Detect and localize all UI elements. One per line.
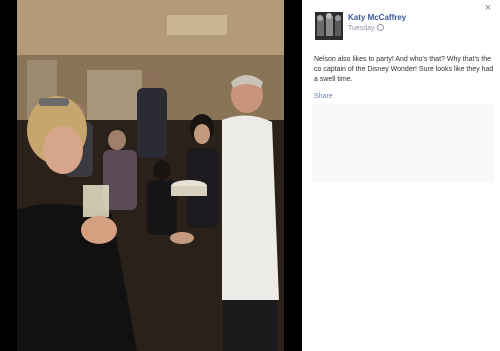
share-link[interactable]: Share <box>314 93 333 100</box>
party-photo[interactable] <box>17 0 284 351</box>
photo-viewer: × Katy McCaffrey Tuesday Nelson also lik… <box>0 0 500 351</box>
globe-icon <box>376 24 384 31</box>
author-name[interactable]: Katy McCaffrey <box>348 13 406 22</box>
close-button[interactable]: × <box>482 2 494 14</box>
post-timestamp[interactable]: Tuesday <box>348 25 375 32</box>
photo-stage <box>0 0 302 351</box>
post-meta: Tuesday <box>348 24 384 32</box>
post-caption: Nelson also likes to party! And who's th… <box>314 56 494 83</box>
post-sidebar: × Katy McCaffrey Tuesday Nelson also lik… <box>302 0 500 351</box>
avatar[interactable] <box>315 12 343 40</box>
avatar-image <box>315 12 343 40</box>
photo-scene <box>17 0 284 351</box>
comments-area <box>312 104 494 182</box>
